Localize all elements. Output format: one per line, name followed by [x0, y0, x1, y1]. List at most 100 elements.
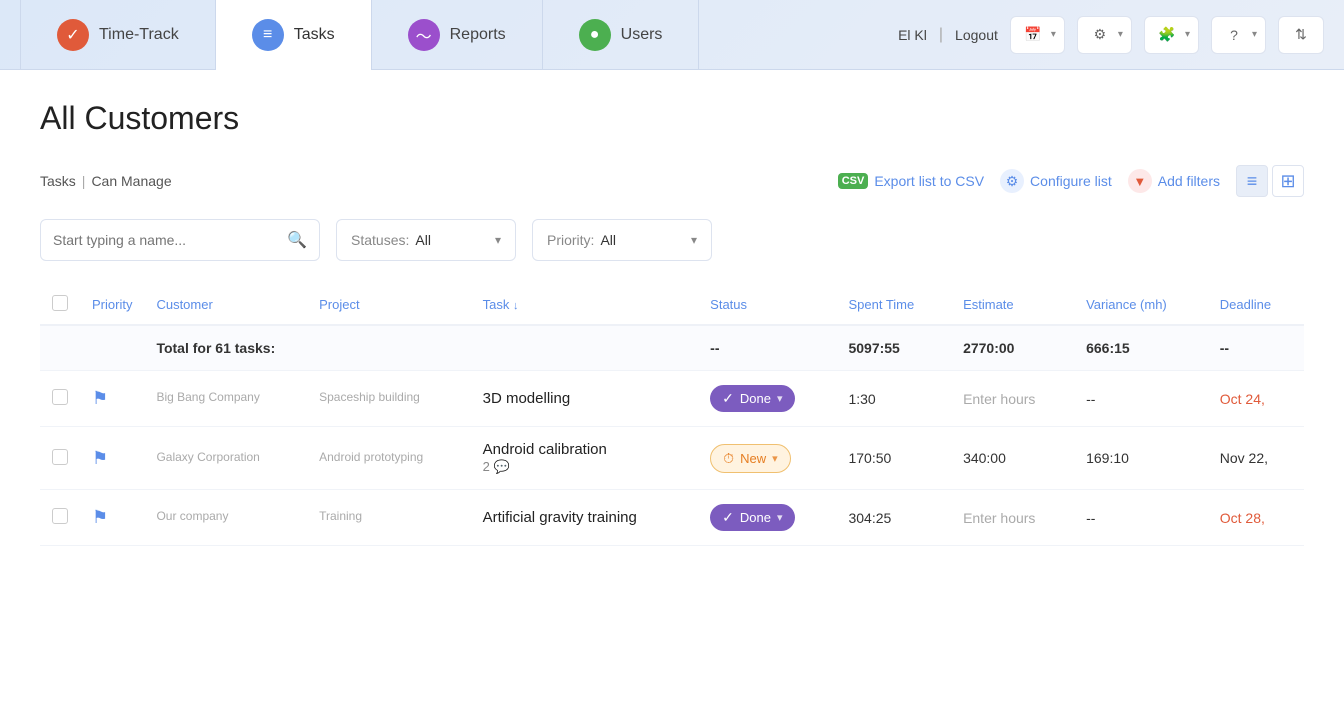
export-csv-button[interactable]: CSV Export list to CSV: [838, 173, 984, 189]
users-icon: ●: [579, 19, 611, 51]
customer-cell-2: Galaxy Corporation: [144, 427, 307, 490]
csv-icon: CSV: [838, 173, 869, 189]
nav-logout[interactable]: Logout: [955, 27, 998, 43]
nav-username: El Kl: [898, 27, 927, 43]
th-deadline[interactable]: Deadline: [1208, 285, 1304, 325]
estimate-cell-3[interactable]: Enter hours: [951, 490, 1074, 546]
tasks-table: Priority Customer Project Task ↓ Status …: [40, 285, 1304, 546]
nav-tab-reports-label: Reports: [450, 26, 506, 44]
calendar-icon[interactable]: 📅: [1019, 21, 1047, 49]
status-cell-2: ⏱ New ▾: [698, 427, 836, 490]
th-customer[interactable]: Customer: [144, 285, 307, 325]
tasks-table-container: Priority Customer Project Task ↓ Status …: [40, 285, 1304, 546]
th-estimate[interactable]: Estimate: [951, 285, 1074, 325]
th-variance[interactable]: Variance (mh): [1074, 285, 1208, 325]
th-checkbox: [40, 285, 80, 325]
nav-tab-users[interactable]: ● Users: [543, 0, 700, 70]
estimate-cell-2: 340:00: [951, 427, 1074, 490]
total-spent: 5097:55: [836, 325, 951, 371]
customer-cell-3: Our company: [144, 490, 307, 546]
deadline-cell-3: Oct 28,: [1208, 490, 1304, 546]
tasks-icon: ≡: [252, 19, 284, 51]
timetrack-icon: ✓: [57, 19, 89, 51]
row-checkbox-1[interactable]: [52, 389, 68, 405]
can-manage-link[interactable]: Can Manage: [91, 173, 171, 189]
variance-cell-2: 169:10: [1074, 427, 1208, 490]
nav-right: El Kl | Logout 📅 ▾ ⚙ ▾ 🧩 ▾ ? ▾ ⇅: [898, 16, 1324, 54]
status-done-button-3[interactable]: ✓ Done ▾: [710, 504, 794, 531]
help-chevron[interactable]: ▾: [1252, 29, 1257, 40]
statuses-label: Statuses:: [351, 232, 409, 248]
th-status[interactable]: Status: [698, 285, 836, 325]
statuses-value: All: [415, 232, 431, 248]
project-cell-1: Spaceship building: [307, 371, 471, 427]
total-estimate: 2770:00: [951, 325, 1074, 371]
page-title: All Customers: [40, 100, 1304, 137]
total-variance: 666:15: [1074, 325, 1208, 371]
sort-icon[interactable]: ⇅: [1287, 21, 1315, 49]
list-view-button[interactable]: ≡: [1236, 165, 1268, 197]
nav-tab-reports[interactable]: 〜 Reports: [372, 0, 543, 70]
help-icon[interactable]: ?: [1220, 21, 1248, 49]
nav-tab-timetrack[interactable]: ✓ Time-Track: [20, 0, 216, 70]
status-new-button-2[interactable]: ⏱ New ▾: [710, 444, 790, 473]
spent-cell-3: 304:25: [836, 490, 951, 546]
statuses-chevron: ▾: [495, 233, 501, 247]
total-deadline: --: [1208, 325, 1304, 371]
spent-cell-2: 170:50: [836, 427, 951, 490]
th-priority[interactable]: Priority: [80, 285, 144, 325]
priority-flag-2: ⚑: [92, 448, 108, 468]
toolbar: Tasks | Can Manage CSV Export list to CS…: [40, 165, 1304, 197]
project-cell-3: Training: [307, 490, 471, 546]
priority-filter[interactable]: Priority: All ▾: [532, 219, 712, 261]
table-row: ⚑ Big Bang Company Spaceship building 3D…: [40, 371, 1304, 427]
row-checkbox-2[interactable]: [52, 449, 68, 465]
status-done-button-1[interactable]: ✓ Done ▾: [710, 385, 794, 412]
variance-cell-3: --: [1074, 490, 1208, 546]
th-task[interactable]: Task ↓: [471, 285, 699, 325]
priority-flag-1: ⚑: [92, 388, 108, 408]
nav-tab-tasks[interactable]: ≡ Tasks: [216, 0, 372, 70]
total-row: Total for 61 tasks: -- 5097:55 2770:00 6…: [40, 325, 1304, 371]
plugin-icon[interactable]: 🧩: [1153, 21, 1181, 49]
nav-icon-group-4: ? ▾: [1211, 16, 1266, 54]
grid-view-button[interactable]: ⊞: [1272, 165, 1304, 197]
variance-cell-1: --: [1074, 371, 1208, 427]
nav-icon-group-2: ⚙ ▾: [1077, 16, 1132, 54]
table-header-row: Priority Customer Project Task ↓ Status …: [40, 285, 1304, 325]
estimate-cell-1[interactable]: Enter hours: [951, 371, 1074, 427]
comment-badge-2: 2 💬: [483, 459, 510, 475]
configure-icon: ⚙: [1000, 169, 1024, 193]
row-checkbox-3[interactable]: [52, 508, 68, 524]
nav-icon-group-3: 🧩 ▾: [1144, 16, 1199, 54]
status-cell-1: ✓ Done ▾: [698, 371, 836, 427]
nav-icon-group-sort: ⇅: [1278, 16, 1324, 54]
toolbar-left: Tasks | Can Manage: [40, 173, 172, 189]
nav-tab-users-label: Users: [621, 26, 663, 44]
th-project[interactable]: Project: [307, 285, 471, 325]
settings-icon[interactable]: ⚙: [1086, 21, 1114, 49]
th-spent-time[interactable]: Spent Time: [836, 285, 951, 325]
view-toggle: ≡ ⊞: [1236, 165, 1304, 197]
select-all-checkbox[interactable]: [52, 295, 68, 311]
total-label: Total for 61 tasks:: [144, 325, 698, 371]
statuses-filter[interactable]: Statuses: All ▾: [336, 219, 516, 261]
plugin-chevron[interactable]: ▾: [1185, 29, 1190, 40]
toolbar-right: CSV Export list to CSV ⚙ Configure list …: [838, 165, 1304, 197]
nav-tab-tasks-label: Tasks: [294, 26, 335, 44]
deadline-cell-2: Nov 22,: [1208, 427, 1304, 490]
reports-icon: 〜: [408, 19, 440, 51]
spent-cell-1: 1:30: [836, 371, 951, 427]
tasks-link[interactable]: Tasks: [40, 173, 76, 189]
customer-cell-1: Big Bang Company: [144, 371, 307, 427]
settings-chevron[interactable]: ▾: [1118, 29, 1123, 40]
priority-chevron: ▾: [691, 233, 697, 247]
calendar-chevron[interactable]: ▾: [1051, 29, 1056, 40]
search-icon: 🔍: [287, 230, 307, 250]
configure-list-button[interactable]: ⚙ Configure list: [1000, 169, 1112, 193]
add-filters-button[interactable]: ▼ Add filters: [1128, 169, 1220, 193]
nav-tabs: ✓ Time-Track ≡ Tasks 〜 Reports ● Users: [20, 0, 898, 70]
filter-icon: ▼: [1128, 169, 1152, 193]
table-row: ⚑ Our company Training Artificial gravit…: [40, 490, 1304, 546]
search-input[interactable]: [53, 232, 287, 248]
